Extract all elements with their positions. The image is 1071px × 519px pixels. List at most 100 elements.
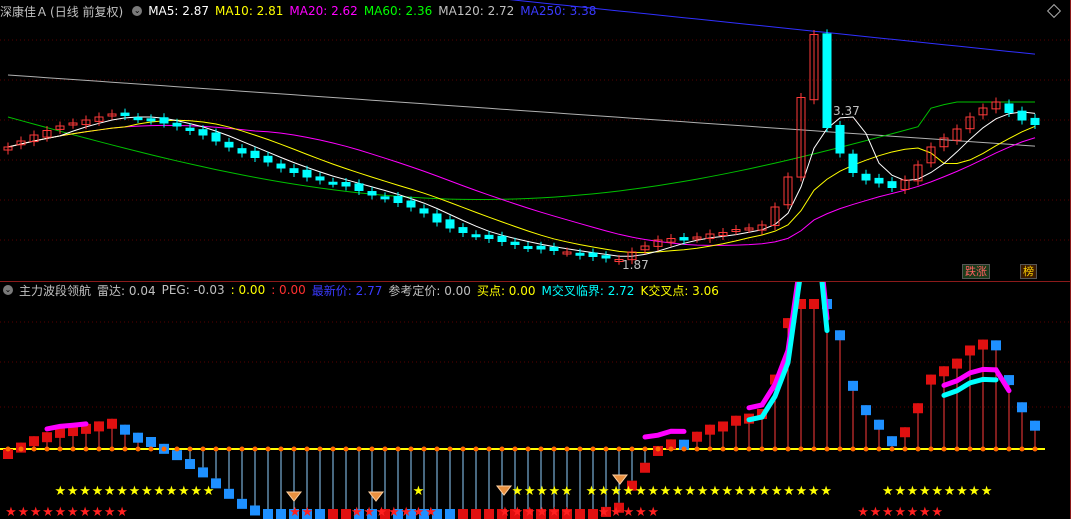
histogram-block [900,427,910,438]
red-star: ★ [413,505,425,519]
yellow-star: ★ [536,484,548,499]
zero-dot [70,446,76,452]
zero-dot [629,446,635,452]
yellow-star: ★ [684,484,696,499]
zero-dot [421,446,427,452]
candle-body [263,155,273,163]
red-star: ★ [104,505,116,519]
candle-body [159,117,169,124]
candle-body [224,141,234,148]
zero-dot [746,446,752,452]
red-star: ★ [400,505,412,519]
zero-dot [278,446,284,452]
zero-dot [434,446,440,452]
indicator-panel[interactable]: ⌄ 主力波段领航 雷达: 0.04 PEG: -0.03 : 0.00 : 0.… [0,282,1071,519]
yellow-star: ★ [549,484,561,499]
histogram-block [445,509,455,519]
zero-dot [226,446,232,452]
zero-dot [967,446,973,452]
histogram-block [29,436,39,447]
histogram-block [42,432,52,443]
histogram-block [1030,420,1040,431]
yellow-star: ★ [709,484,721,499]
red-star: ★ [55,505,67,519]
yellow-star: ★ [178,484,190,499]
candlestick-chart[interactable] [0,0,1071,282]
histogram-block [315,509,325,519]
candle-body [302,169,312,178]
zero-dot [603,446,609,452]
candle-body [861,173,871,181]
histogram-block [471,509,481,519]
zero-dot [564,446,570,452]
candle-body [315,176,325,181]
zero-dot [954,446,960,452]
zero-dot [928,446,934,452]
red-star: ★ [30,505,42,519]
histogram-block [458,509,468,519]
histogram-block [185,459,195,470]
candle-body [1004,103,1014,113]
zero-dot [200,446,206,452]
histogram-block [588,509,598,519]
zero-dot [343,446,349,452]
red-star: ★ [363,505,375,519]
candle-body [458,227,468,234]
zero-dot [993,446,999,452]
zero-dot [525,446,531,452]
histogram-block [146,437,156,447]
rank-tag[interactable]: 榜 [1020,264,1037,279]
yellow-star: ★ [981,484,993,499]
histogram-block [978,339,988,350]
histogram-block [926,374,936,385]
zero-dot [642,446,648,452]
zero-dot [577,446,583,452]
diamond-icon [367,491,385,502]
histogram-block [107,418,117,429]
yellow-star: ★ [203,484,215,499]
zero-dot [733,446,739,452]
candle-body [510,241,520,245]
histogram-block [575,509,585,519]
candle-body [835,124,845,154]
zero-dot [798,446,804,452]
histogram-block [887,436,897,447]
zero-dot [460,446,466,452]
histogram-block [692,431,702,442]
candle-body [848,153,858,173]
yellow-star: ★ [598,484,610,499]
candle-body [874,177,884,184]
red-star: ★ [5,505,17,519]
zero-dot [499,446,505,452]
zero-dot [369,446,375,452]
yellow-star: ★ [894,484,906,499]
zero-dot [876,446,882,452]
diamond-icon [495,485,513,496]
indicator-chart[interactable]: ★ ★ ★ ★ ★ ★ ★ ★ ★ ★ ★ ★ ★ ★ ★ ★ ★ ★ ★ ★ ★ ★ ★ ★ ★ ★ ★ ★ ★ ★ ★ ★ ★ ★ ★ ★ ★ ★ ★ ★… [0,282,1071,519]
zero-dot [941,446,947,452]
zero-dot [356,446,362,452]
zero-dot [616,446,622,452]
price-chart-panel[interactable]: 深康佳Ａ (日线 前复权) ⌄ MA5: 2.87 MA10: 2.81 MA2… [0,0,1071,282]
histogram-block [731,415,741,426]
candle-body [484,234,494,239]
zero-dot [408,446,414,452]
red-star: ★ [610,505,622,519]
yellow-star: ★ [697,484,709,499]
red-star: ★ [561,505,573,519]
zero-dot [18,446,24,452]
limit-tag[interactable]: 跌涨 [962,264,990,279]
candle-body [289,168,299,173]
yellow-star: ★ [524,484,536,499]
histogram-block [120,424,130,435]
zero-dot [382,446,388,452]
candle-body [601,255,611,259]
red-star: ★ [635,505,647,519]
zero-dot [161,446,167,452]
histogram-block [198,467,208,478]
yellow-star: ★ [771,484,783,499]
yellow-star: ★ [919,484,931,499]
candle-body [133,117,143,121]
histogram-block [965,345,975,356]
red-star: ★ [289,505,301,519]
